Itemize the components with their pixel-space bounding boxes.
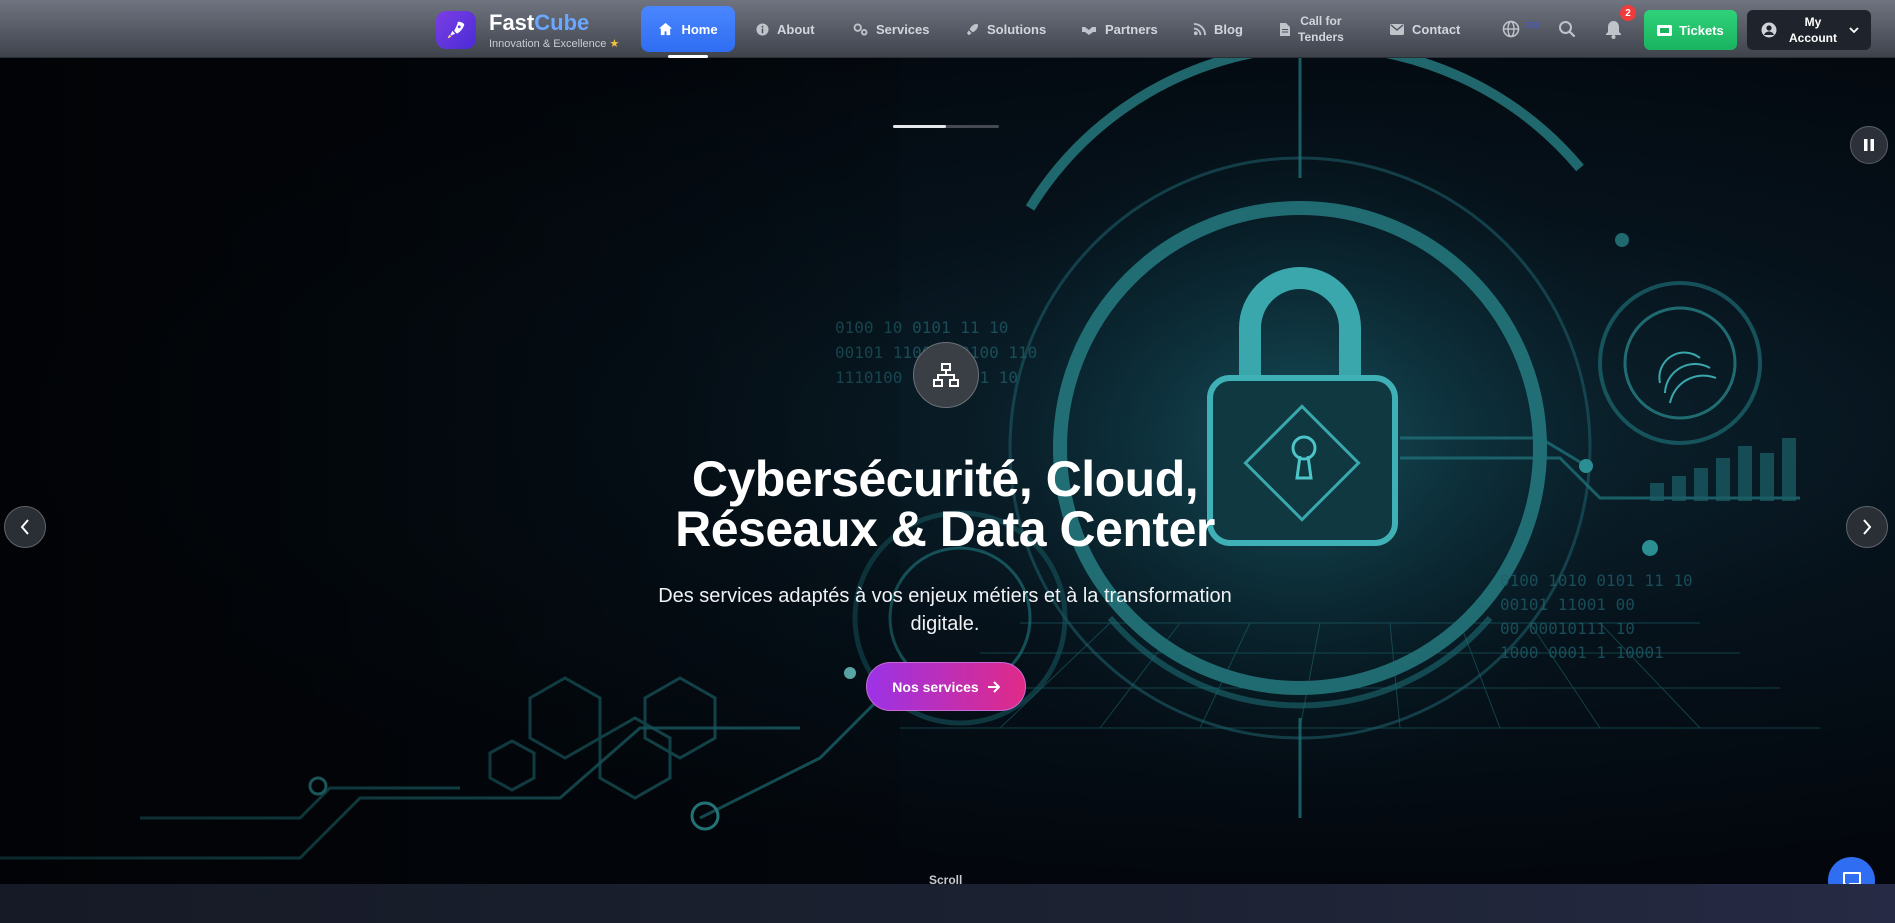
- account-label-line1: My: [1804, 15, 1822, 29]
- nav-active-indicator: [668, 55, 708, 58]
- arrow-right-icon: [987, 680, 1000, 693]
- user-circle-icon: [1761, 22, 1777, 38]
- rocket-logo-icon: [447, 21, 465, 39]
- hero-title-line1: Cybersécurité, Cloud,: [691, 451, 1199, 507]
- nav-about-label: About: [777, 21, 815, 37]
- language-code[interactable]: FR: [1526, 21, 1539, 32]
- nav-contact-label: Contact: [1412, 21, 1461, 37]
- account-menu-button[interactable]: My Account: [1747, 10, 1871, 50]
- info-icon: [756, 22, 769, 36]
- nav-partners-label: Partners: [1105, 21, 1158, 37]
- network-feature-badge: [913, 342, 979, 408]
- slide-progress-fill: [893, 125, 946, 128]
- nav-contact[interactable]: Contact: [1390, 6, 1460, 52]
- handshake-icon: [1082, 26, 1096, 35]
- hero-title-line2: Réseaux & Data Center: [675, 501, 1215, 557]
- nav-solutions[interactable]: Solutions: [966, 6, 1046, 52]
- nav-about[interactable]: About: [756, 6, 815, 52]
- next-section-strip: [0, 884, 1895, 923]
- search-button[interactable]: [1555, 17, 1579, 41]
- account-label: My Account: [1785, 14, 1841, 46]
- nav-services-label: Services: [876, 21, 930, 37]
- pause-icon: [1864, 139, 1874, 151]
- star-icon: ★: [609, 38, 620, 50]
- svg-text:1000 0001 1 10001: 1000 0001 1 10001: [1500, 643, 1664, 662]
- chevron-left-icon: [20, 519, 29, 535]
- nav-services[interactable]: Services: [853, 6, 930, 52]
- brand-name-part1: Fast: [489, 10, 535, 35]
- network-icon: [933, 363, 959, 387]
- home-icon: [659, 22, 673, 36]
- language-selector[interactable]: [1499, 17, 1523, 41]
- brand-name-part2: Cube: [534, 10, 590, 35]
- services-cta-label: Nos services: [892, 678, 979, 695]
- nav-call-for-tenders-label: Call for Tenders: [1298, 13, 1344, 45]
- globe-icon: [1502, 20, 1520, 38]
- nav-call-for-tenders-line1: Call for: [1300, 14, 1342, 28]
- top-navbar: FastCube Innovation & Excellence ★ Home …: [0, 0, 1895, 58]
- nav-call-for-tenders[interactable]: Call for Tenders: [1280, 6, 1344, 52]
- brand-tagline: Innovation & Excellence ★: [489, 37, 619, 50]
- hero-subtitle: Des services adaptés à vos enjeux métier…: [658, 585, 1232, 635]
- nav-solutions-label: Solutions: [987, 21, 1047, 37]
- gears-icon: [853, 22, 868, 36]
- envelope-icon: [1390, 23, 1404, 35]
- nav-partners[interactable]: Partners: [1081, 6, 1158, 52]
- bell-icon: [1605, 20, 1621, 39]
- rocket-icon: [966, 23, 979, 35]
- svg-text:00 00010111 10: 00 00010111 10: [1500, 619, 1635, 638]
- next-slide-button[interactable]: [1846, 506, 1888, 548]
- nav-blog[interactable]: Blog: [1193, 6, 1243, 52]
- tickets-button[interactable]: Tickets: [1644, 10, 1737, 50]
- tagline-text: Innovation & Excellence: [489, 38, 607, 50]
- file-icon: [1280, 22, 1290, 36]
- svg-text:00101 11001 00: 00101 11001 00: [1500, 595, 1635, 614]
- logo[interactable]: [436, 11, 476, 49]
- chevron-down-icon: [1849, 26, 1859, 33]
- search-icon: [1559, 21, 1576, 38]
- account-label-line2: Account: [1789, 31, 1837, 45]
- nav-blog-label: Blog: [1214, 21, 1243, 37]
- notifications-button[interactable]: [1601, 17, 1625, 41]
- nav-home-label: Home: [681, 21, 718, 37]
- chevron-right-icon: [1863, 519, 1872, 535]
- tickets-label: Tickets: [1679, 22, 1724, 38]
- ticket-icon: [1657, 24, 1673, 36]
- svg-text:0100 1010 0101 11 10: 0100 1010 0101 11 10: [1500, 571, 1693, 590]
- notification-badge: 2: [1620, 5, 1636, 21]
- services-cta-button[interactable]: Nos services: [866, 662, 1026, 711]
- blog-icon: [1193, 22, 1206, 35]
- nav-call-for-tenders-line2: Tenders: [1298, 30, 1344, 44]
- slide-progress-bar: [893, 125, 999, 128]
- pause-button[interactable]: [1850, 126, 1888, 164]
- chat-icon: [1842, 872, 1861, 884]
- scroll-label: Scroll: [929, 873, 963, 884]
- hero-carousel: 0100 10 0101 11 10 00101 11001 00100 110…: [0, 58, 1895, 884]
- nav-home[interactable]: Home: [641, 6, 735, 52]
- hero-title: Cybersécurité, Cloud, Réseaux & Data Cen…: [560, 454, 1330, 554]
- brand-name[interactable]: FastCube: [489, 10, 589, 36]
- previous-slide-button[interactable]: [4, 506, 46, 548]
